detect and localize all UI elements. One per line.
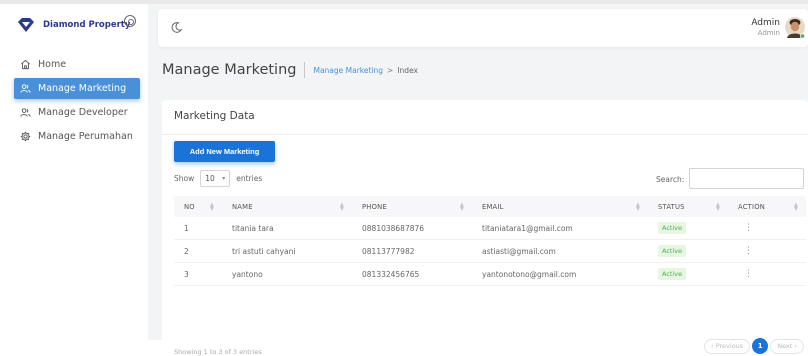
gear-icon — [20, 131, 31, 142]
sidebar-item-label: Manage Perumahan — [38, 131, 133, 142]
page-title-row: Manage Marketing Manage Marketing > Inde… — [162, 60, 418, 80]
cell-phone: 081332456765 — [362, 269, 420, 279]
moon-icon[interactable] — [170, 21, 183, 34]
next-page-button[interactable]: Next › — [770, 338, 804, 354]
sidebar-item-manage-marketing[interactable]: Manage Marketing — [14, 78, 140, 99]
cell-email: astiasti@gmail.com — [482, 246, 556, 256]
sidebar-item-manage-perumahan[interactable]: Manage Perumahan — [14, 126, 140, 147]
sidebar-item-label: Manage Marketing — [38, 83, 127, 94]
marketing-table: NO ▲ ▼ NAME ▲ ▼ PHONE ▲ ▼ EMAIL ▲ ▼ STATUS ▲ ▼ ACT… — [174, 196, 806, 286]
table-row: 2 tri astuti cahyani 08113777982 astiast… — [174, 240, 806, 263]
page-1-button[interactable]: 1 — [752, 338, 769, 354]
avatar[interactable] — [784, 16, 806, 40]
brand-name: Diamond Property — [43, 20, 131, 30]
sort-icon: ▲ ▼ — [715, 202, 720, 212]
sidebar-item-manage-developer[interactable]: Manage Developer — [14, 102, 140, 123]
search-input[interactable] — [689, 168, 804, 189]
users-icon — [20, 108, 31, 117]
entries-value: 10 — [205, 174, 215, 183]
sidebar-nav: Home Manage Marketing Manage Developer M… — [14, 54, 140, 150]
cell-no: 1 — [184, 223, 189, 233]
add-new-marketing-button[interactable]: Add New Marketing — [174, 141, 275, 162]
title-divider — [304, 62, 306, 78]
sort-icon: ▲ ▼ — [459, 202, 464, 212]
status-badge: Active — [658, 222, 687, 234]
column-header-no[interactable]: NO ▲ ▼ — [174, 196, 222, 217]
table-header: NO ▲ ▼ NAME ▲ ▼ PHONE ▲ ▼ EMAIL ▲ ▼ STATUS ▲ ▼ ACT… — [174, 196, 806, 217]
show-entries: Show 10 ▾ entries — [174, 170, 262, 187]
home-icon — [21, 59, 30, 70]
search-label: Search: — [656, 175, 685, 184]
sort-icon: ▲ ▼ — [793, 202, 798, 212]
cell-status: Active — [648, 263, 728, 285]
column-header-email[interactable]: EMAIL ▲ ▼ — [472, 196, 648, 217]
breadcrumb-current: Index — [397, 65, 418, 75]
card-divider — [162, 134, 808, 135]
cell-action: ⋮ — [728, 217, 806, 239]
table-info: Showing 1 to 3 of 3 entries — [174, 348, 262, 356]
cell-email: yantonotono@gmail.com — [482, 269, 577, 279]
diamond-logo-icon — [18, 18, 34, 32]
column-header-phone[interactable]: PHONE ▲ ▼ — [352, 196, 472, 217]
cell-status: Active — [648, 240, 728, 262]
brand[interactable]: Diamond Property — [18, 16, 130, 34]
pagination: ‹ Previous 1 Next › — [704, 338, 804, 354]
status-badge: Active — [658, 245, 687, 257]
kebab-menu-icon[interactable]: ⋮ — [738, 223, 753, 233]
show-label: Show — [174, 174, 195, 183]
cell-no: 2 — [184, 246, 189, 256]
marketing-data-card: Marketing Data Add New Marketing Show 10… — [162, 100, 808, 356]
cell-name: tri astuti cahyani — [232, 246, 296, 256]
main-content: Admin Admin Manage Marketing Manage Mark… — [148, 4, 808, 356]
sidebar-item-home[interactable]: Home — [14, 54, 140, 75]
table-row: 3 yantono 081332456765 yantonotono@gmail… — [174, 263, 806, 286]
page-title: Manage Marketing — [162, 62, 297, 78]
cell-name: yantono — [232, 269, 263, 279]
sort-icon: ▲ ▼ — [209, 202, 214, 212]
user-info[interactable]: Admin Admin — [751, 18, 780, 38]
cell-action: ⋮ — [728, 263, 806, 285]
breadcrumb-separator: > — [387, 65, 394, 75]
previous-page-button[interactable]: ‹ Previous — [704, 338, 751, 354]
sidebar-toggle-icon[interactable] — [124, 15, 136, 27]
breadcrumb-link[interactable]: Manage Marketing — [313, 66, 383, 75]
sidebar-item-label: Home — [38, 59, 67, 70]
sort-icon: ▲ ▼ — [635, 202, 640, 212]
top-header: Admin Admin — [158, 9, 808, 47]
user-role: Admin — [757, 29, 780, 37]
sort-icon: ▲ ▼ — [339, 202, 344, 212]
cell-phone: 08113777982 — [362, 246, 415, 256]
kebab-menu-icon[interactable]: ⋮ — [738, 269, 753, 279]
table-row: 1 titania tara 0881038687876 titaniatara… — [174, 217, 806, 240]
entries-select[interactable]: 10 ▾ — [200, 170, 231, 187]
user-name: Admin — [751, 18, 780, 28]
cell-no: 3 — [184, 269, 189, 279]
column-header-action[interactable]: ACTION ▲ ▼ — [728, 196, 806, 217]
chevron-down-icon: ▾ — [222, 175, 226, 182]
users-icon — [20, 84, 31, 93]
cell-action: ⋮ — [728, 240, 806, 262]
sidebar: Diamond Property Home Manage Marketing M… — [0, 4, 148, 340]
sidebar-item-label: Manage Developer — [38, 107, 128, 118]
card-title: Marketing Data — [174, 110, 255, 122]
column-header-status[interactable]: STATUS ▲ ▼ — [648, 196, 728, 217]
cell-name: titania tara — [232, 223, 274, 233]
status-badge: Active — [658, 268, 687, 280]
cell-phone: 0881038687876 — [362, 223, 425, 233]
cell-status: Active — [648, 217, 728, 239]
column-header-name[interactable]: NAME ▲ ▼ — [222, 196, 352, 217]
entries-label: entries — [236, 174, 263, 183]
cell-email: titaniatara1@gmail.com — [482, 223, 573, 233]
kebab-menu-icon[interactable]: ⋮ — [738, 246, 753, 256]
